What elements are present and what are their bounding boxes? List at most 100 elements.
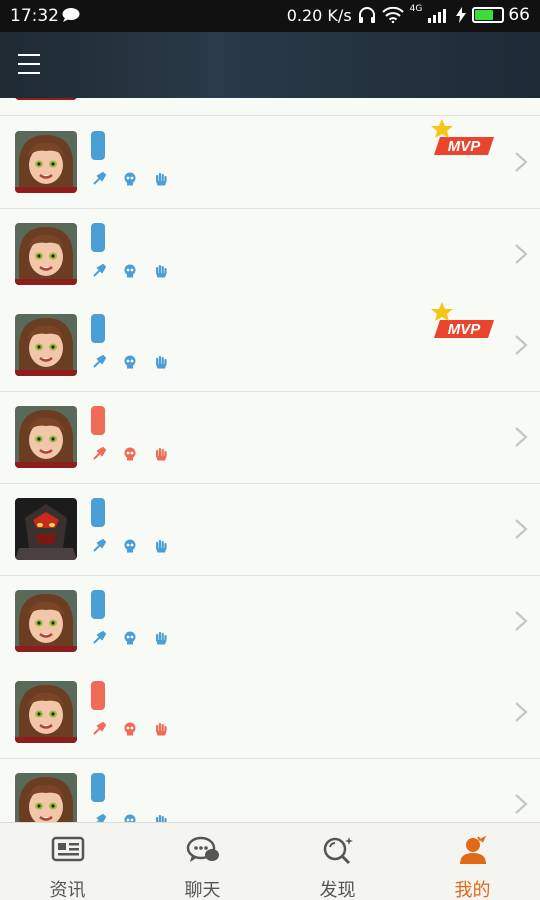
kda-stats xyxy=(92,538,185,553)
result-badge xyxy=(91,406,105,436)
mvp-label: MVP xyxy=(448,321,482,338)
deaths-icon xyxy=(124,264,136,278)
status-bar: 17:32 0.20 K/s 4G 66 xyxy=(0,0,540,32)
wifi-icon xyxy=(381,7,404,23)
kills-icon xyxy=(93,355,106,369)
deaths-icon xyxy=(124,447,136,461)
kills-icon xyxy=(93,263,106,277)
list-item-partial xyxy=(0,98,540,116)
kills-stat xyxy=(92,172,109,186)
match-record-row[interactable] xyxy=(0,758,540,822)
tab-discover[interactable]: 发现 xyxy=(270,823,405,900)
deaths-icon xyxy=(124,814,136,822)
tab-label: 资讯 xyxy=(49,880,86,900)
menu-icon[interactable] xyxy=(18,54,40,74)
result-badge xyxy=(91,681,105,711)
hero-avatar xyxy=(15,681,77,744)
message-notification-icon xyxy=(62,8,80,22)
hero-avatar xyxy=(15,406,77,469)
assists-icon xyxy=(156,356,167,369)
assists-stat xyxy=(154,264,171,278)
result-badge xyxy=(91,314,105,344)
kda-stats xyxy=(92,263,185,278)
kda-stats xyxy=(92,813,185,822)
result-badge xyxy=(91,772,105,802)
kills-icon xyxy=(93,447,106,460)
assists-icon xyxy=(156,814,167,822)
kills-stat xyxy=(92,813,109,822)
assists-icon xyxy=(156,173,167,186)
kda-stats xyxy=(92,355,185,369)
assists-icon xyxy=(156,264,167,278)
kda-stats xyxy=(92,630,185,645)
star-icon xyxy=(431,302,453,322)
result-badge xyxy=(91,131,105,160)
battery-level xyxy=(475,10,493,20)
battery: 66 xyxy=(472,5,530,25)
assists-stat xyxy=(154,355,171,369)
kills-stat xyxy=(92,263,109,278)
mvp-badge: MVP xyxy=(431,119,494,155)
assists-stat xyxy=(154,722,171,736)
kills-stat xyxy=(92,447,109,461)
assists-stat xyxy=(154,539,171,553)
signal-icon xyxy=(428,9,447,23)
profile-icon xyxy=(456,835,490,876)
news-icon xyxy=(51,835,85,876)
match-record-row[interactable] xyxy=(0,575,540,668)
match-record-row[interactable] xyxy=(0,667,540,760)
result-badge xyxy=(91,497,105,527)
assists-icon xyxy=(156,539,167,553)
match-record-row[interactable]: MVP xyxy=(0,300,540,393)
kills-icon xyxy=(93,172,106,185)
hero-avatar xyxy=(15,131,77,193)
headphones-icon xyxy=(358,7,375,23)
deaths-stat xyxy=(123,539,140,553)
deaths-icon xyxy=(124,722,136,736)
assists-stat xyxy=(154,447,171,461)
status-right: 0.20 K/s 4G 66 xyxy=(286,4,530,25)
tab-news[interactable]: 资讯 xyxy=(0,823,135,900)
hero-avatar xyxy=(15,98,77,100)
charging-icon xyxy=(456,7,467,23)
deaths-stat xyxy=(123,631,140,645)
tab-chat[interactable]: 聊天 xyxy=(135,823,270,900)
kills-icon xyxy=(96,813,106,822)
chevron-right-icon xyxy=(515,427,528,447)
match-record-row[interactable] xyxy=(0,208,540,301)
assists-stat xyxy=(154,172,171,186)
chevron-right-icon xyxy=(515,152,528,172)
match-record-row[interactable] xyxy=(0,483,540,576)
result-badge xyxy=(91,589,105,619)
discover-icon xyxy=(321,835,355,876)
match-record-row[interactable]: MVP xyxy=(0,117,540,209)
tab-label: 聊天 xyxy=(184,880,221,900)
battery-icon xyxy=(472,7,505,23)
kills-stat xyxy=(92,355,109,369)
kda-stats xyxy=(92,172,185,186)
hero-avatar xyxy=(15,222,77,285)
deaths-icon xyxy=(124,631,136,644)
status-time: 17:32 xyxy=(10,6,59,26)
battery-percent: 66 xyxy=(508,5,530,25)
assists-icon xyxy=(156,448,167,461)
kda-stats xyxy=(92,722,185,736)
assists-icon xyxy=(156,631,167,644)
deaths-icon xyxy=(124,539,136,553)
kda-stats xyxy=(92,447,185,461)
deaths-stat xyxy=(123,447,140,461)
deaths-stat xyxy=(123,172,140,186)
network-type: 4G xyxy=(409,4,423,14)
deaths-stat xyxy=(123,722,140,736)
tab-label: 发现 xyxy=(319,880,356,900)
match-record-row[interactable] xyxy=(0,392,540,485)
assists-icon xyxy=(156,723,167,736)
deaths-icon xyxy=(124,355,136,369)
tab-profile[interactable]: 我的 xyxy=(405,823,540,900)
match-history-list[interactable]: MVP MVP xyxy=(0,98,540,822)
network-speed: 0.20 K/s xyxy=(286,5,352,25)
star-icon xyxy=(431,119,453,138)
kills-stat xyxy=(92,630,109,645)
chevron-right-icon xyxy=(515,702,528,723)
deaths-stat xyxy=(123,355,140,369)
